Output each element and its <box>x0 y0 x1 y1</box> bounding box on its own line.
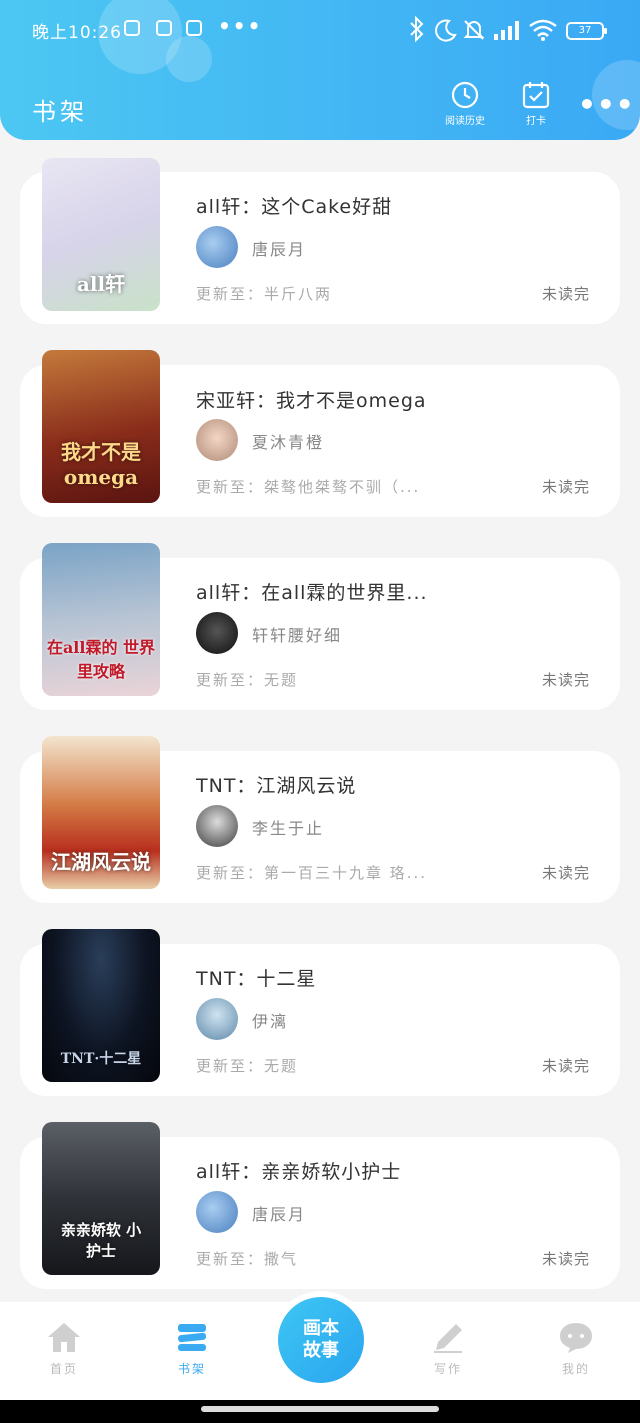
author-avatar <box>196 998 238 1040</box>
update-info: 更新至：无题 <box>196 1057 299 1075</box>
author-avatar <box>196 419 238 461</box>
checkin-button[interactable]: 打卡 <box>514 80 558 127</box>
reading-history-button[interactable]: 阅读历史 <box>436 80 494 127</box>
book-cover[interactable]: all轩 <box>42 158 160 311</box>
calendar-check-icon <box>522 82 550 109</box>
read-status: 未读完 <box>542 478 591 496</box>
author-name: 伊漓 <box>252 1012 289 1031</box>
wifi-icon <box>529 19 557 41</box>
more-menu-button[interactable]: ••• <box>578 88 635 121</box>
more-notifications-icon: ••• <box>218 14 263 38</box>
tab-home[interactable]: 首页 <box>34 1320 94 1377</box>
book-cover[interactable]: 在all霖的 世界里攻略 <box>42 543 160 696</box>
author-name: 唐辰月 <box>252 1205 307 1224</box>
read-status: 未读完 <box>542 671 591 689</box>
cover-title: 亲亲娇软 小护士 <box>60 1221 142 1260</box>
author-avatar <box>196 805 238 847</box>
tab-bookshelf[interactable]: 书架 <box>162 1320 222 1377</box>
update-info: 更新至：无题 <box>196 671 299 689</box>
pen-icon <box>434 1324 462 1353</box>
tab-bookshelf-label: 书架 <box>177 1362 206 1376</box>
book-cover[interactable]: 江湖风云说 <box>42 736 160 889</box>
author-avatar <box>196 612 238 654</box>
center-button-line2: 故事 <box>303 1340 339 1361</box>
tab-home-label: 首页 <box>49 1362 78 1376</box>
notification-icon <box>186 20 202 36</box>
update-info: 更新至：半斤八两 <box>196 285 333 303</box>
update-info: 更新至：桀骜他桀骜不驯（... <box>196 478 421 496</box>
book-title[interactable]: 宋亚轩：我才不是omega <box>196 386 427 413</box>
status-time: 晚上10:26 <box>32 23 122 43</box>
cover-title: 我才不是 omega <box>61 440 141 489</box>
checkin-label: 打卡 <box>526 116 546 127</box>
book-cover[interactable]: 亲亲娇软 小护士 <box>42 1122 160 1275</box>
status-bar: 晚上10:26 ••• 37 <box>0 14 640 48</box>
app-header: 晚上10:26 ••• 37 书架 阅读历史 打卡 ••• <box>0 0 640 140</box>
tab-write-label: 写作 <box>433 1362 462 1376</box>
author-name: 轩轩腰好细 <box>252 626 343 645</box>
book-cover[interactable]: TNT·十二星 <box>42 929 160 1082</box>
author-name: 唐辰月 <box>252 240 307 259</box>
author-name: 李生于止 <box>252 819 325 838</box>
notification-icon <box>124 20 140 36</box>
moon-icon <box>435 19 457 42</box>
book-title[interactable]: TNT：江湖风云说 <box>196 771 356 798</box>
book-title[interactable]: TNT：十二星 <box>196 964 316 991</box>
update-info: 更新至：第一百三十九章 珞... <box>196 864 428 882</box>
read-status: 未读完 <box>542 1250 591 1268</box>
mute-icon <box>463 20 485 40</box>
book-cover[interactable]: 我才不是 omega <box>42 350 160 503</box>
home-icon <box>48 1323 80 1352</box>
bookshelf-icon <box>178 1324 207 1351</box>
book-title[interactable]: all轩：亲亲娇软小护士 <box>196 1157 401 1184</box>
notification-icon <box>156 20 172 36</box>
tab-write[interactable]: 写作 <box>418 1320 478 1377</box>
book-title[interactable]: all轩：这个Cake好甜 <box>196 192 392 219</box>
cover-title: all轩 <box>76 272 126 296</box>
tab-mine-label: 我的 <box>561 1362 590 1376</box>
cover-title: 在all霖的 世界里攻略 <box>46 638 156 681</box>
home-indicator[interactable] <box>201 1406 439 1412</box>
update-info: 更新至：撒气 <box>196 1250 299 1268</box>
center-button-line1: 画本 <box>303 1318 339 1339</box>
read-status: 未读完 <box>542 1057 591 1075</box>
battery-icon: 37 <box>566 22 607 40</box>
page-title: 书架 <box>32 98 88 126</box>
author-avatar <box>196 226 238 268</box>
cover-title: TNT·十二星 <box>60 1051 142 1067</box>
signal-icon <box>494 21 519 40</box>
story-center-button[interactable]: 画本 故事 <box>278 1297 364 1383</box>
author-name: 夏沐青橙 <box>252 433 325 452</box>
bluetooth-icon <box>410 16 424 42</box>
cover-title: 江湖风云说 <box>51 850 151 874</box>
reading-history-label: 阅读历史 <box>445 116 485 127</box>
clock-icon <box>451 81 479 109</box>
read-status: 未读完 <box>542 285 591 303</box>
book-title[interactable]: all轩：在all霖的世界里... <box>196 578 428 605</box>
chat-bubble-icon <box>560 1323 592 1353</box>
author-avatar <box>196 1191 238 1233</box>
tab-mine[interactable]: 我的 <box>546 1320 606 1377</box>
read-status: 未读完 <box>542 864 591 882</box>
